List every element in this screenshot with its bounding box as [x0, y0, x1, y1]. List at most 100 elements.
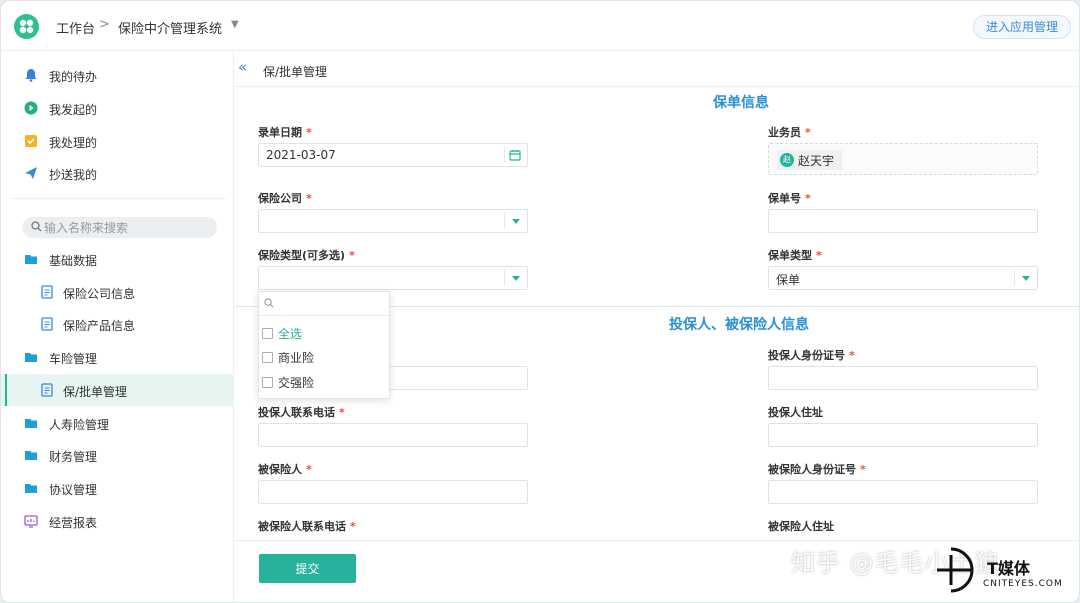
insurance-type-label: 保险类型(可多选) * — [258, 247, 355, 263]
salesman-label: 业务员 * — [768, 124, 811, 140]
avatar: 赵 — [780, 153, 794, 167]
salesman-label-text: 业务员 — [768, 126, 801, 139]
sidebar-item-insurer-info[interactable]: 保险公司信息 — [1, 276, 234, 308]
submit-button[interactable]: 提交 — [259, 554, 356, 583]
sidebar-item-life-insurance[interactable]: 人寿险管理 — [1, 407, 234, 439]
policy-type-select[interactable]: 保单 — [768, 266, 1038, 290]
checklist-icon — [25, 135, 37, 147]
play-icon — [24, 101, 38, 115]
insurer-label-text: 保险公司 — [258, 192, 302, 205]
sidebar-item-cc-me[interactable]: 抄送我的 — [1, 157, 234, 189]
required-mark: * — [306, 463, 312, 476]
entry-date-field[interactable]: 2021-03-07 — [258, 143, 528, 167]
breadcrumb-home[interactable]: 工作台 — [56, 18, 95, 37]
brand-name: T媒体 — [987, 559, 1030, 578]
document-icon — [41, 317, 53, 331]
holder-address-input[interactable] — [768, 423, 1038, 447]
page-header: « 保/批单管理 — [235, 51, 1079, 87]
app-switch-caret-icon[interactable]: ▼ — [231, 19, 239, 30]
holder-phone-label: 投保人联系电话 * — [258, 404, 345, 420]
sidebar-search — [22, 217, 217, 238]
required-mark: * — [350, 520, 356, 533]
search-icon — [31, 221, 42, 232]
bell-icon — [25, 69, 37, 82]
dropdown-option-select-all[interactable]: 全选 — [262, 323, 302, 343]
sidebar-divider — [11, 198, 226, 199]
sidebar-item-label: 保险产品信息 — [63, 319, 136, 333]
folder-icon — [25, 419, 37, 428]
dropdown-option-commercial[interactable]: 商业险 — [262, 347, 314, 367]
insurance-type-dropdown: 全选 商业险 交强险 — [258, 291, 390, 399]
policy-number-input[interactable] — [768, 209, 1038, 233]
top-bar: 工作台 > 保险中介管理系统 ▼ 进入应用管理 — [1, 1, 1079, 51]
required-mark: * — [306, 192, 312, 205]
required-mark: * — [805, 126, 811, 139]
insured-address-label: 被保险人住址 — [768, 520, 834, 533]
sidebar-item-label: 车险管理 — [49, 352, 98, 366]
checkbox[interactable] — [262, 351, 273, 363]
required-mark: * — [349, 249, 355, 262]
policy-number-label-text: 保单号 — [768, 192, 801, 205]
double-chevron-left-icon[interactable]: « — [238, 59, 247, 75]
folder-icon — [25, 255, 37, 264]
checkbox[interactable] — [262, 327, 273, 339]
sidebar-item-initiated[interactable]: 我发起的 — [1, 92, 234, 124]
dropdown-search[interactable] — [259, 292, 389, 316]
app-logo-icon[interactable] — [14, 14, 39, 39]
option-label: 交强险 — [278, 375, 315, 390]
chevron-down-icon[interactable] — [1022, 276, 1030, 281]
sidebar-item-policy-management[interactable]: 保/批单管理 — [1, 374, 234, 406]
sidebar-item-reports[interactable]: 经营报表 — [1, 505, 234, 537]
entry-date-value: 2021-03-07 — [266, 148, 336, 162]
field-divider — [504, 147, 505, 163]
brand-logo-icon — [937, 547, 974, 593]
required-mark: * — [805, 192, 811, 205]
section-title-party-info: 投保人、被保险人信息 — [669, 317, 809, 333]
insurer-select[interactable] — [258, 209, 528, 233]
insured-input[interactable] — [258, 480, 528, 504]
chevron-down-icon[interactable] — [512, 276, 520, 281]
sidebar-item-basic-data[interactable]: 基础数据 — [1, 243, 234, 275]
chevron-down-icon[interactable] — [512, 219, 520, 224]
policy-type-label-text: 保单类型 — [768, 249, 812, 262]
policy-type-value: 保单 — [776, 273, 801, 287]
send-icon — [25, 167, 37, 179]
option-label: 全选 — [278, 326, 303, 341]
breadcrumb-separator: > — [99, 17, 110, 32]
required-mark: * — [339, 406, 345, 419]
insurance-type-multiselect[interactable] — [258, 266, 528, 290]
sidebar-item-label: 财务管理 — [49, 450, 98, 464]
insured-id-label: 被保险人身份证号 * — [768, 461, 866, 477]
sidebar-item-agreements[interactable]: 协议管理 — [1, 472, 234, 504]
holder-phone-input[interactable] — [258, 423, 528, 447]
insured-label: 被保险人 * — [258, 461, 312, 477]
sidebar-item-product-info[interactable]: 保险产品信息 — [1, 308, 234, 340]
insured-id-input[interactable] — [768, 480, 1038, 504]
required-mark: * — [816, 249, 822, 262]
brand-site: CNITEYES.COM — [983, 579, 1063, 589]
sidebar-item-auto-insurance[interactable]: 车险管理 — [1, 341, 234, 373]
page-title: 保/批单管理 — [263, 65, 328, 79]
calendar-icon[interactable] — [509, 149, 521, 161]
checkbox[interactable] — [262, 376, 273, 388]
holder-id-input[interactable] — [768, 366, 1038, 390]
dropdown-option-compulsory[interactable]: 交强险 — [262, 372, 314, 392]
sidebar-item-finance[interactable]: 财务管理 — [1, 439, 234, 471]
salesman-picker[interactable]: 赵 赵天宇 — [768, 143, 1038, 175]
breadcrumb-app-name[interactable]: 保险中介管理系统 — [118, 18, 222, 37]
salesman-chip[interactable]: 赵 赵天宇 — [777, 150, 843, 170]
folder-icon — [25, 353, 37, 362]
enter-app-management-button[interactable]: 进入应用管理 — [972, 15, 1071, 39]
sidebar-search-input[interactable] — [44, 217, 209, 238]
entry-date-label-text: 录单日期 — [258, 126, 302, 139]
document-icon — [41, 383, 53, 397]
sidebar-item-my-todo[interactable]: 我的待办 — [1, 59, 234, 91]
sidebar-item-handled[interactable]: 我处理的 — [1, 125, 234, 157]
policy-number-label: 保单号 * — [768, 190, 811, 206]
sidebar-item-label: 保/批单管理 — [63, 385, 128, 399]
required-mark: * — [306, 126, 312, 139]
folder-icon — [25, 451, 37, 460]
field-divider — [504, 213, 505, 229]
insurance-type-label-text: 保险类型(可多选) — [258, 249, 346, 262]
field-divider — [1014, 270, 1015, 286]
